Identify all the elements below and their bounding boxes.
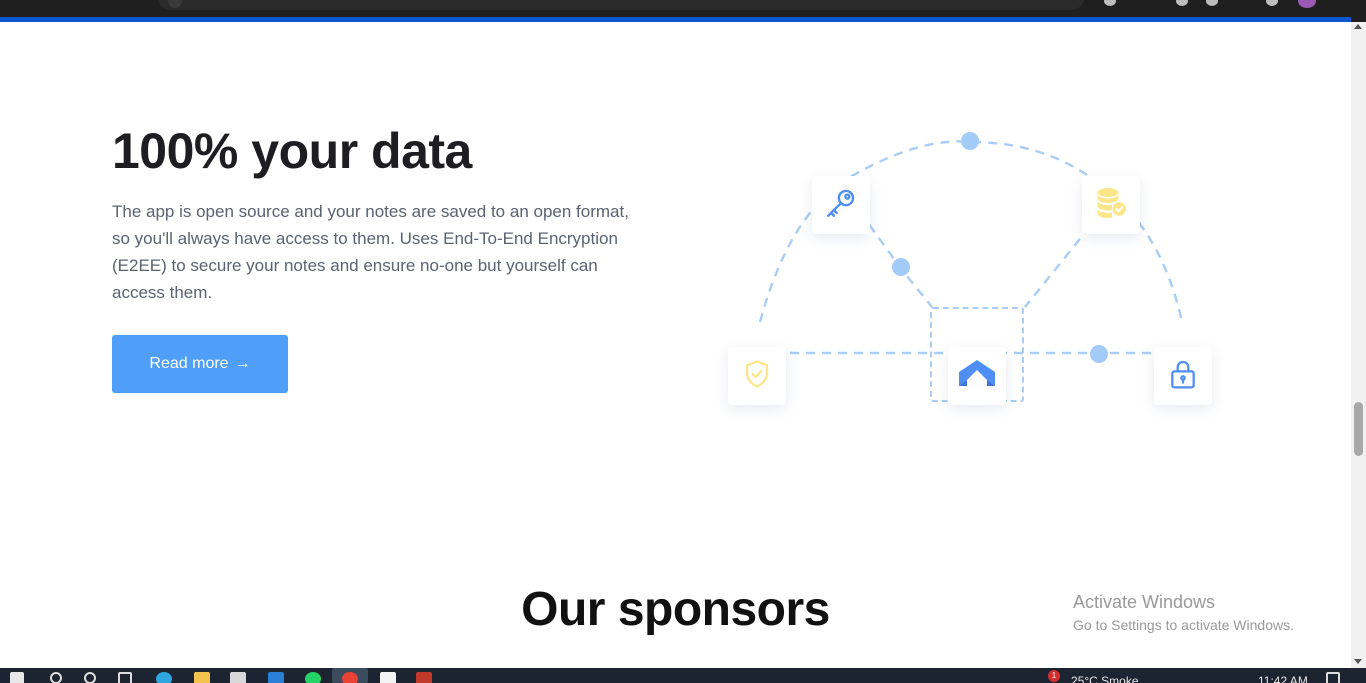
address-bar[interactable]	[158, 0, 1084, 10]
chrome-icon[interactable]	[342, 672, 358, 683]
hero-title-highlight: your data	[251, 122, 472, 182]
extension-icon[interactable]	[1176, 0, 1188, 6]
app-icon[interactable]	[416, 672, 432, 683]
mail-icon[interactable]	[268, 672, 284, 683]
app-logo-tile	[948, 347, 1006, 405]
watermark-line-1: Activate Windows	[1073, 592, 1216, 612]
app-icon[interactable]	[380, 672, 396, 683]
task-view-icon[interactable]	[118, 672, 132, 683]
hero-title-plain: 100%	[112, 123, 238, 179]
connector-dot	[892, 258, 910, 276]
encryption-illustration	[720, 122, 1220, 422]
connector-dot	[961, 132, 979, 150]
page-content: 100% your data The app is open source an…	[0, 22, 1351, 668]
sponsors-title-plain: Our	[521, 583, 605, 636]
connector-dot	[1090, 345, 1108, 363]
scroll-thumb[interactable]	[1354, 402, 1363, 456]
arrow-right-icon: →	[234, 355, 251, 372]
scroll-up-arrow-icon[interactable]	[1354, 24, 1362, 29]
hero-description: The app is open source and your notes ar…	[112, 202, 629, 302]
weather-text[interactable]: 25°C Smoke	[1071, 674, 1139, 683]
file-explorer-icon[interactable]	[194, 672, 210, 683]
extension-icon[interactable]	[1104, 0, 1116, 6]
edge-icon[interactable]	[156, 672, 172, 683]
store-icon[interactable]	[230, 672, 246, 683]
windows-taskbar: 1 25°C Smoke 11:42 AM	[0, 668, 1366, 683]
key-icon	[824, 186, 858, 225]
lock-tile	[1154, 347, 1212, 405]
vertical-scrollbar[interactable]	[1351, 22, 1366, 668]
notification-badge: 1	[1048, 670, 1060, 682]
read-more-label: Read more	[149, 355, 229, 372]
cortana-icon[interactable]	[84, 672, 96, 683]
activate-windows-watermark: Activate Windows Go to Settings to activ…	[1073, 592, 1294, 633]
hero-title-highlight-text: your data	[251, 123, 472, 179]
search-icon[interactable]	[50, 672, 62, 683]
extension-icon[interactable]	[1206, 0, 1218, 6]
scroll-down-arrow-icon[interactable]	[1354, 659, 1362, 664]
whatsapp-icon[interactable]	[305, 672, 321, 683]
clock-text[interactable]: 11:42 AM	[1258, 674, 1308, 683]
sponsors-title-highlight-text: sponsors	[617, 583, 831, 636]
database-tile	[1082, 176, 1140, 234]
extension-icon[interactable]	[1266, 0, 1278, 6]
hero-title: 100% your data	[112, 122, 472, 182]
shield-check-icon	[742, 359, 772, 394]
lock-icon	[1167, 358, 1199, 395]
profile-avatar[interactable]	[1298, 0, 1316, 8]
app-logo-icon	[957, 358, 997, 395]
database-check-icon	[1093, 185, 1129, 226]
read-more-button[interactable]: Read more →	[112, 335, 288, 393]
sponsors-title-highlight: sponsors	[617, 582, 831, 639]
browser-toolbar	[0, 0, 1366, 22]
windows-start-icon[interactable]	[10, 672, 24, 683]
key-tile	[812, 176, 870, 234]
shield-tile	[728, 347, 786, 405]
watermark-line-2: Go to Settings to activate Windows.	[1073, 617, 1294, 633]
action-center-icon[interactable]	[1326, 672, 1340, 683]
